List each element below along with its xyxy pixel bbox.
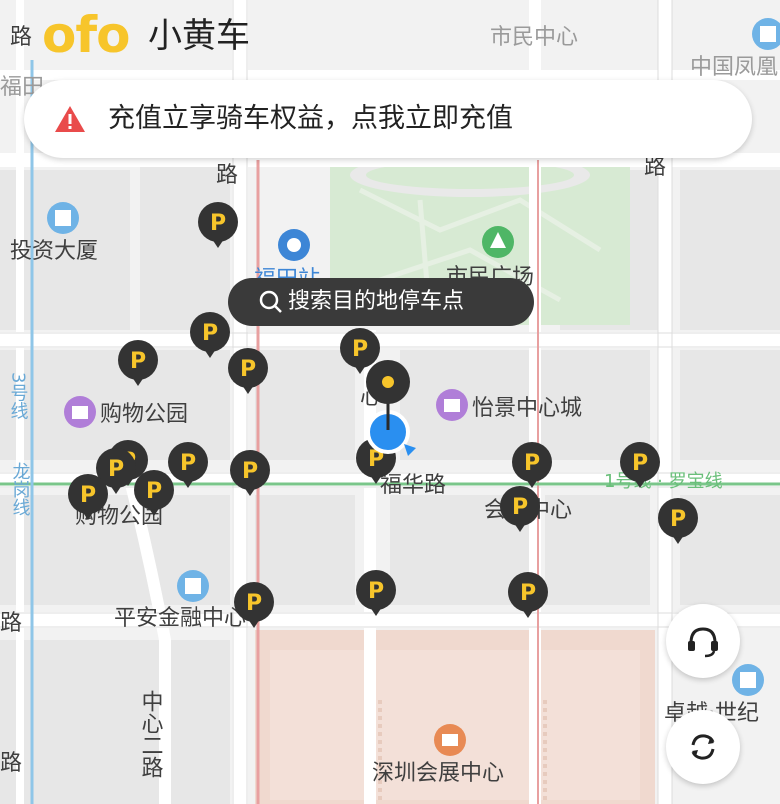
- map-label: 购物公园: [100, 402, 188, 427]
- parking-marker-letter: P: [240, 357, 256, 382]
- shopping-bag-icon: [436, 389, 468, 421]
- map-label: 怡景中心城: [472, 396, 582, 421]
- top-bar: ofo 小黄车: [0, 0, 780, 70]
- parking-marker-letter: P: [210, 211, 226, 236]
- refresh-icon: [691, 734, 715, 760]
- building-icon: [177, 570, 209, 602]
- parking-marker-letter: P: [130, 349, 146, 374]
- map-label: 路: [644, 155, 666, 180]
- train-station-icon: [278, 229, 310, 261]
- map-label: 路: [0, 751, 22, 776]
- map-label: 投资大厦: [10, 239, 98, 264]
- refresh-button[interactable]: [666, 710, 740, 784]
- map-label: 深圳会展中心: [372, 761, 504, 786]
- map-label: 平安金融中心: [114, 606, 246, 631]
- parking-marker-letter: P: [246, 591, 262, 616]
- map-label: 中心二路: [138, 690, 164, 778]
- warning-icon: [55, 106, 85, 132]
- map-label: 龙岗线: [10, 462, 31, 516]
- parking-marker-letter: P: [202, 321, 218, 346]
- parking-marker-letter: P: [352, 337, 368, 362]
- parking-marker-letter: P: [242, 459, 258, 484]
- banner-message: 充值立享骑车权益，点我立即充值: [108, 103, 513, 134]
- parking-marker-letter: P: [512, 495, 528, 520]
- map-label: 路: [0, 611, 22, 636]
- map-label: 1号线 · 罗宝线: [604, 471, 723, 492]
- parking-marker-letter: P: [520, 581, 536, 606]
- park-tree-icon: [482, 226, 514, 258]
- building-icon: [47, 202, 79, 234]
- logo-subtitle: 小黄车: [148, 16, 250, 56]
- parking-marker-letter: P: [632, 451, 648, 476]
- building-icon: [732, 664, 764, 696]
- parking-marker-letter: P: [368, 579, 384, 604]
- shopping-bag-icon: [64, 396, 96, 428]
- headset-icon: [688, 627, 718, 658]
- parking-marker-letter: P: [108, 457, 124, 482]
- search-destination-button[interactable]: 搜索目的地停车点: [228, 278, 534, 326]
- ofo-logo: ofo: [42, 6, 130, 64]
- parking-marker-letter: P: [80, 483, 96, 508]
- map-label: 路: [216, 163, 238, 188]
- customer-service-button[interactable]: [666, 604, 740, 678]
- parking-marker-letter: P: [180, 451, 196, 476]
- map-label: 福华路: [380, 473, 446, 498]
- parking-marker-letter: P: [524, 451, 540, 476]
- map-label: 3号线: [8, 372, 29, 419]
- museum-icon: [434, 724, 466, 756]
- search-label: 搜索目的地停车点: [288, 289, 465, 314]
- parking-marker-letter: P: [146, 479, 162, 504]
- search-icon: [259, 290, 282, 313]
- recharge-banner[interactable]: 充值立享骑车权益，点我立即充值: [24, 80, 752, 158]
- parking-marker-letter: P: [670, 507, 686, 532]
